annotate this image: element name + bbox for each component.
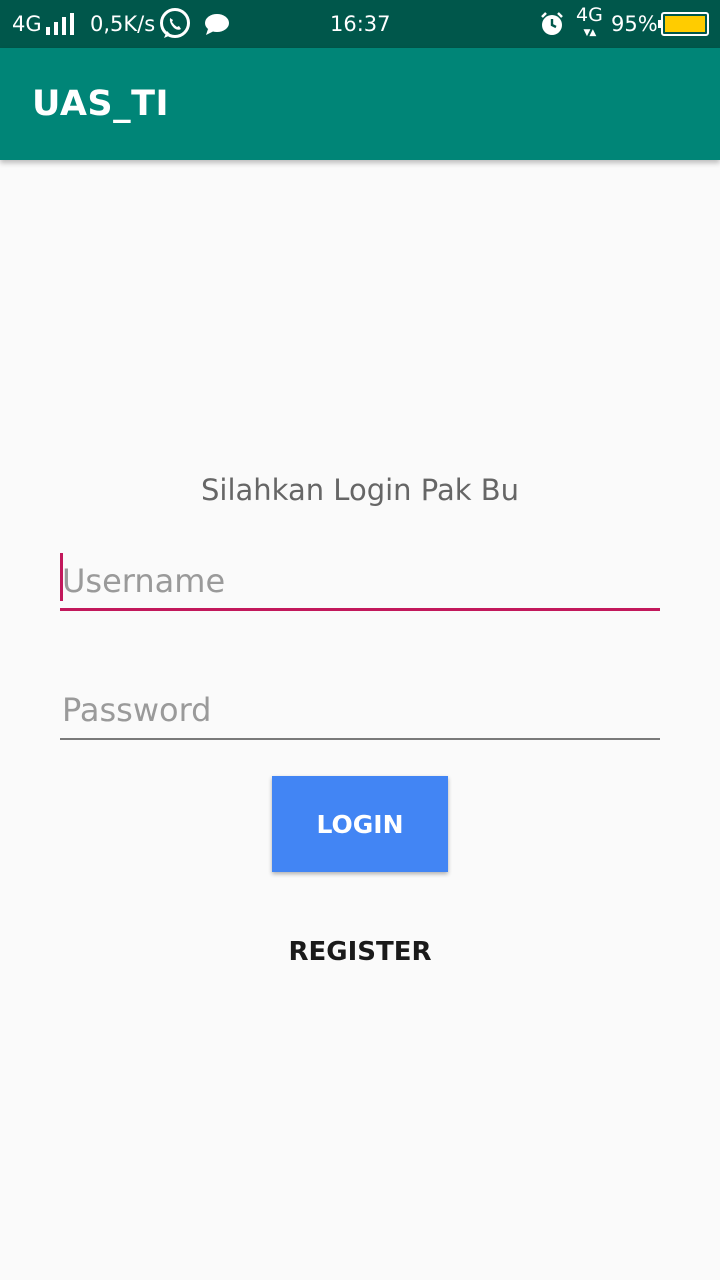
username-field[interactable] (60, 551, 660, 611)
password-field[interactable] (60, 680, 660, 740)
register-button[interactable]: REGISTER (260, 922, 460, 982)
login-button[interactable]: LOGIN (272, 776, 448, 872)
text-cursor (60, 553, 63, 601)
username-input[interactable] (60, 551, 660, 611)
status-bar: 4G 0,5K/s 16:37 4G ▼▲ 95% (0, 0, 720, 48)
battery-percent: 95% (611, 12, 658, 36)
clock-time: 16:37 (330, 12, 391, 36)
password-underline (60, 738, 660, 740)
mobile-data-indicator: 4G ▼▲ (576, 0, 603, 48)
username-underline (60, 608, 660, 611)
network-type-label-right: 4G (576, 4, 603, 26)
data-arrows-icon: ▼▲ (583, 28, 596, 38)
whatsapp-icon (158, 0, 192, 48)
network-speed: 0,5K/s (90, 12, 156, 36)
signal-icon (46, 0, 74, 48)
login-prompt: Silahkan Login Pak Bu (200, 473, 520, 507)
app-title: UAS_TI (32, 84, 170, 124)
message-icon (204, 0, 230, 48)
network-type-label: 4G (12, 12, 42, 36)
alarm-icon (540, 0, 564, 48)
battery-icon (658, 0, 710, 48)
password-input[interactable] (60, 680, 660, 740)
app-bar: UAS_TI (0, 48, 720, 160)
